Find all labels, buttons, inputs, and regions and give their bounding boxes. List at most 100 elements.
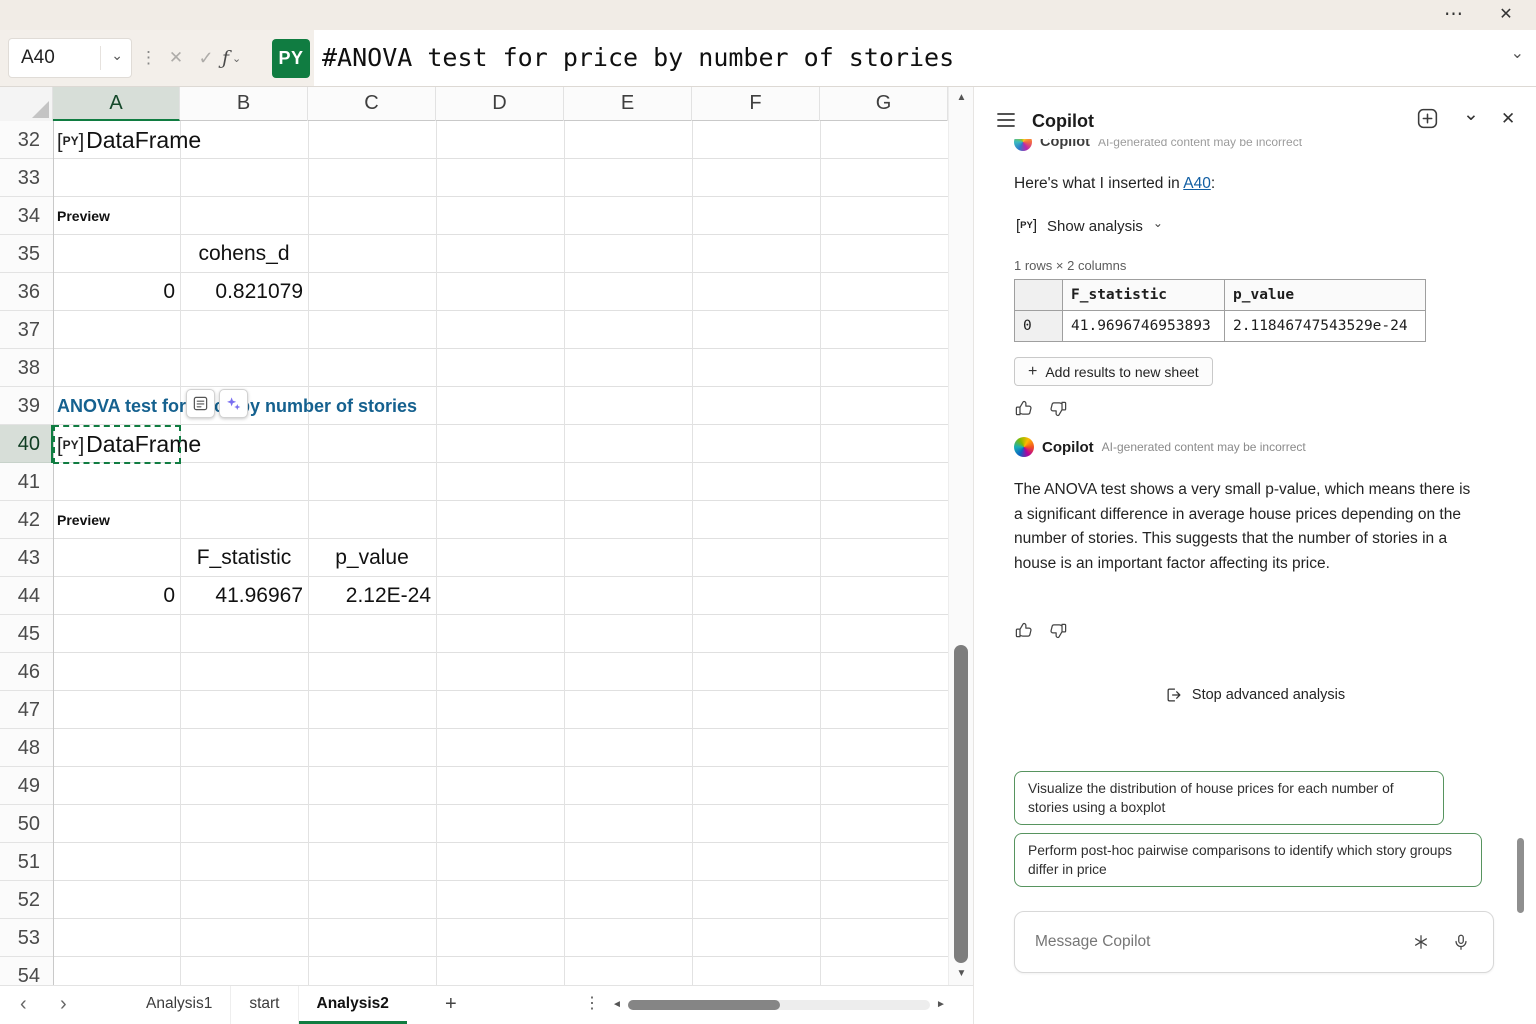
chevron-down-icon[interactable]: ⌄: [111, 36, 123, 74]
more-options-icon[interactable]: ⋯: [1434, 0, 1474, 30]
row-header-54[interactable]: 54: [0, 957, 53, 985]
grid-vertical-scrollbar[interactable]: ▲ ▼: [948, 87, 973, 985]
message-copilot-input[interactable]: [1035, 912, 1395, 972]
new-chat-icon[interactable]: [1415, 106, 1440, 136]
stop-advanced-analysis-button[interactable]: Stop advanced analysis: [1165, 686, 1345, 704]
cell-A34[interactable]: Preview: [53, 197, 180, 235]
cell-reference-link[interactable]: A40: [1183, 175, 1211, 192]
column-header-C[interactable]: C: [308, 87, 436, 121]
cancel-entry-icon[interactable]: ✕: [162, 30, 190, 86]
formula-bar-expand-icon[interactable]: ⌄: [1511, 26, 1524, 82]
cell-B35[interactable]: cohens_d: [180, 235, 308, 273]
tab-options-icon[interactable]: ⋮: [584, 986, 600, 1022]
row-header-52[interactable]: 52: [0, 881, 53, 919]
column-header-A[interactable]: A: [53, 87, 180, 121]
cell-B44[interactable]: 41.96967: [180, 577, 308, 615]
thumbs-up-icon[interactable]: [1014, 399, 1033, 423]
suggestion-pill[interactable]: Visualize the distribution of house pric…: [1014, 771, 1444, 825]
row-header-45[interactable]: 45: [0, 615, 53, 653]
column-header-D[interactable]: D: [436, 87, 564, 121]
cell-A36[interactable]: 0: [53, 273, 180, 311]
add-results-button[interactable]: + Add results to new sheet: [1014, 357, 1213, 386]
name-box[interactable]: A40 ⌄: [8, 38, 132, 78]
feedback-row: [1014, 399, 1068, 423]
row-header-42[interactable]: 42: [0, 501, 53, 539]
insert-data-button[interactable]: [186, 389, 215, 418]
row-header-40[interactable]: 40: [0, 425, 53, 463]
table-corner-cell: [1015, 280, 1063, 311]
row-header-51[interactable]: 51: [0, 843, 53, 881]
cell-A44[interactable]: 0: [53, 577, 180, 615]
cell-A39[interactable]: ANOVA test for price by number of storie…: [53, 387, 180, 425]
vertical-scroll-thumb[interactable]: [954, 645, 968, 963]
analyze-button[interactable]: [219, 389, 248, 418]
hscroll-left-icon[interactable]: ◄: [612, 986, 622, 1023]
row-header-46[interactable]: 46: [0, 653, 53, 691]
cell-C44[interactable]: 2.12E-24: [308, 577, 436, 615]
row-header-49[interactable]: 49: [0, 767, 53, 805]
cell-A42[interactable]: Preview: [53, 501, 180, 539]
confirm-entry-icon[interactable]: ✓: [192, 30, 220, 86]
menu-icon[interactable]: [996, 111, 1016, 134]
tab-nav-right-icon[interactable]: ›: [60, 986, 67, 1023]
copilot-options-icon[interactable]: [1412, 933, 1430, 956]
formula-input[interactable]: #ANOVA test for price by number of stori…: [314, 30, 1536, 86]
cell-B36[interactable]: 0.821079: [180, 273, 308, 311]
show-analysis-label: Show analysis: [1047, 218, 1143, 235]
sheet-tab-start[interactable]: start: [230, 986, 297, 1024]
add-results-label: Add results to new sheet: [1045, 364, 1198, 380]
row-header-47[interactable]: 47: [0, 691, 53, 729]
formula-bar-handle-icon[interactable]: ⋮: [140, 30, 157, 86]
microphone-icon[interactable]: [1452, 933, 1470, 956]
scroll-down-icon[interactable]: ▼: [949, 963, 974, 985]
row-header-35[interactable]: 35: [0, 235, 53, 273]
close-panel-icon[interactable]: ✕: [1501, 103, 1515, 135]
row-header-39[interactable]: 39: [0, 387, 53, 425]
selected-cell-outline: [53, 425, 181, 464]
thumbs-down-icon[interactable]: [1049, 621, 1068, 645]
floating-quick-actions: [186, 389, 248, 418]
column-header-B[interactable]: B: [180, 87, 308, 121]
row-header-38[interactable]: 38: [0, 349, 53, 387]
column-header-F[interactable]: F: [692, 87, 820, 121]
copilot-header: Copilot ⌄ ✕: [974, 101, 1536, 141]
thumbs-up-icon[interactable]: [1014, 621, 1033, 645]
column-header-G[interactable]: G: [820, 87, 948, 121]
row-header-33[interactable]: 33: [0, 159, 53, 197]
add-sheet-button[interactable]: +: [445, 986, 457, 1022]
sheet-tab-analysis1[interactable]: Analysis1: [128, 986, 230, 1024]
row-header-41[interactable]: 41: [0, 463, 53, 501]
sheet-tabs: Analysis1startAnalysis2: [128, 986, 407, 1024]
row-header-32[interactable]: 32: [0, 121, 53, 159]
row-header-36[interactable]: 36: [0, 273, 53, 311]
row-header-43[interactable]: 43: [0, 539, 53, 577]
tab-nav-left-icon[interactable]: ‹: [20, 986, 27, 1023]
row-header-48[interactable]: 48: [0, 729, 53, 767]
column-header-E[interactable]: E: [564, 87, 692, 121]
thumbs-down-icon[interactable]: [1049, 399, 1068, 423]
python-badge: PY: [272, 39, 310, 78]
scroll-up-icon[interactable]: ▲: [949, 87, 974, 109]
grid-body[interactable]: 3233343536373839404142434445464748495051…: [0, 121, 948, 985]
show-analysis-toggle[interactable]: [PY] Show analysis ⌄: [1016, 217, 1163, 235]
plus-icon: +: [1028, 363, 1037, 381]
cell-A32[interactable]: [PY]DataFrame: [53, 121, 180, 159]
analysis-summary-text: The ANOVA test shows a very small p-valu…: [1014, 478, 1476, 576]
table-cell-p-value: 2.11846747543529e-24: [1225, 311, 1426, 342]
cell-C43[interactable]: p_value: [308, 539, 436, 577]
row-header-34[interactable]: 34: [0, 197, 53, 235]
gridline: [436, 121, 437, 985]
horizontal-scroll-thumb[interactable]: [628, 1000, 780, 1010]
row-header-44[interactable]: 44: [0, 577, 53, 615]
copilot-scroll-thumb[interactable]: [1517, 838, 1524, 913]
cell-B43[interactable]: F_statistic: [180, 539, 308, 577]
collapse-panel-icon[interactable]: ⌄: [1463, 99, 1479, 131]
row-header-37[interactable]: 37: [0, 311, 53, 349]
row-header-50[interactable]: 50: [0, 805, 53, 843]
select-all-corner[interactable]: [0, 87, 53, 121]
suggestion-pill[interactable]: Perform post-hoc pairwise comparisons to…: [1014, 833, 1482, 887]
insert-function-icon[interactable]: ƒ⌄: [222, 30, 241, 87]
hscroll-right-icon[interactable]: ►: [936, 986, 946, 1023]
sheet-tab-analysis2[interactable]: Analysis2: [298, 986, 407, 1024]
row-header-53[interactable]: 53: [0, 919, 53, 957]
